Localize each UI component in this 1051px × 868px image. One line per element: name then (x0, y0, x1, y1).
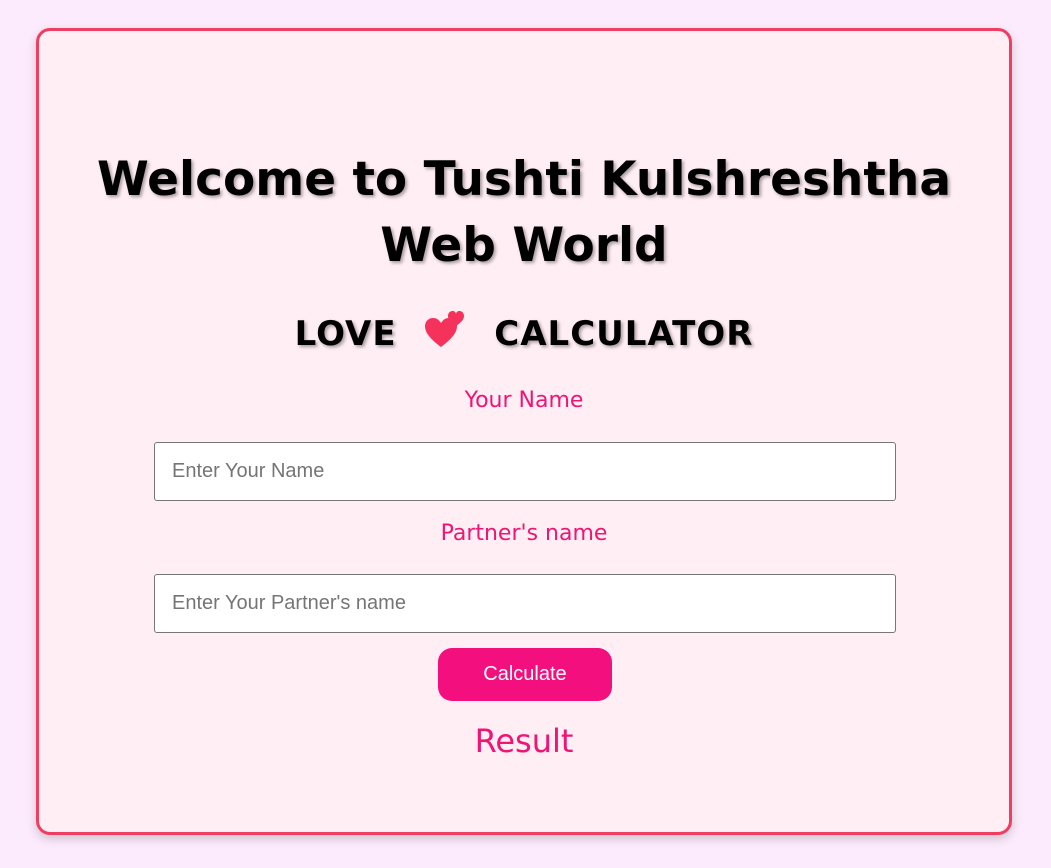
your-name-label: Your Name (464, 388, 584, 413)
partner-name-input[interactable] (154, 574, 896, 633)
two-hearts-icon (425, 311, 465, 347)
page-title: Welcome to Tushti Kulshreshtha Web World (39, 147, 1009, 279)
love-calculator-card: Welcome to Tushti Kulshreshtha Web World… (36, 28, 1012, 835)
your-name-input[interactable] (154, 442, 896, 501)
page-title-line-1: Welcome to Tushti Kulshreshtha (96, 152, 952, 207)
calculator-title-love: LOVE (294, 314, 397, 354)
page-title-line-2: Web World (380, 218, 668, 273)
calculate-button[interactable]: Calculate (438, 648, 612, 701)
calculator-title-calculator: CALCULATOR (494, 314, 754, 354)
result-text: Result (474, 722, 574, 760)
calculator-title: LOVE CALCULATOR (39, 307, 1009, 359)
partner-name-label: Partner's name (440, 521, 608, 546)
